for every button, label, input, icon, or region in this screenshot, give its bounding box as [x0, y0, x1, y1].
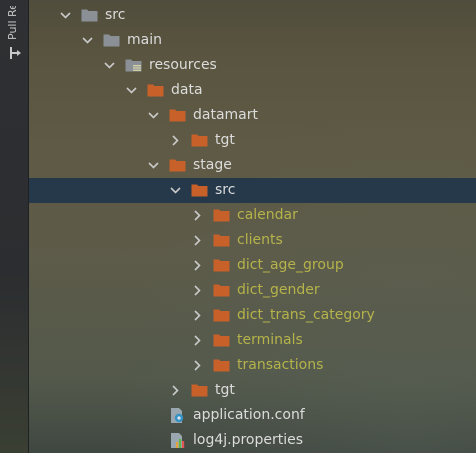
folder-icon: [191, 184, 208, 197]
tree-folder-item[interactable]: dict_age_group: [29, 253, 476, 278]
chevron-right-icon[interactable]: [191, 334, 204, 347]
tree-folder-item[interactable]: main: [29, 28, 476, 53]
folder-icon: [191, 384, 208, 397]
tree-item-label: tgt: [215, 132, 235, 148]
chevron-right-icon[interactable]: [191, 259, 204, 272]
tree-folder-item[interactable]: datamart: [29, 103, 476, 128]
folder-icon: [213, 234, 230, 247]
chevron-right-icon[interactable]: [191, 309, 204, 322]
tree-folder-item[interactable]: terminals: [29, 328, 476, 353]
tree-item-label: clients: [237, 232, 283, 248]
tree-folder-item[interactable]: tgt: [29, 128, 476, 153]
chevron-down-icon[interactable]: [125, 84, 138, 97]
chevron-right-icon[interactable]: [191, 234, 204, 247]
tree-folder-item[interactable]: dict_gender: [29, 278, 476, 303]
tree-item-label: stage: [193, 157, 232, 173]
chevron-down-icon[interactable]: [81, 34, 94, 47]
tree-folder-item[interactable]: src: [29, 3, 476, 28]
resources-folder-icon: [125, 59, 142, 72]
tree-item-label: dict_age_group: [237, 257, 344, 273]
config-file-icon: [171, 408, 184, 423]
properties-file-icon: [171, 433, 185, 448]
tree-item-label: resources: [149, 57, 217, 73]
tree-file-item[interactable]: application.conf: [29, 403, 476, 428]
project-tree[interactable]: src main resources data datamart tgt stage src c…: [29, 0, 476, 453]
folder-icon: [213, 309, 230, 322]
tree-item-label: log4j.properties: [193, 432, 304, 448]
tree-item-label: dict_trans_category: [237, 307, 375, 323]
project-tool-window: Pull Re src main resources data datamart tgt s…: [0, 0, 476, 453]
tree-folder-item[interactable]: stage: [29, 153, 476, 178]
pull-requests-tab-label[interactable]: Pull Re: [6, 6, 19, 40]
folder-icon: [169, 109, 186, 122]
tree-folder-item[interactable]: resources: [29, 53, 476, 78]
folder-icon: [213, 259, 230, 272]
folder-icon: [213, 359, 230, 372]
folder-icon: [103, 34, 120, 47]
tree-item-label: transactions: [237, 357, 324, 373]
tree-item-label: calendar: [237, 207, 298, 223]
folder-icon: [169, 159, 186, 172]
tree-folder-item[interactable]: src: [29, 178, 476, 203]
folder-icon: [191, 134, 208, 147]
chevron-right-icon[interactable]: [191, 359, 204, 372]
chevron-down-icon[interactable]: [103, 59, 116, 72]
tree-folder-item[interactable]: transactions: [29, 353, 476, 378]
tree-item-label: dict_gender: [237, 282, 320, 298]
chevron-right-icon[interactable]: [191, 284, 204, 297]
tree-item-label: main: [127, 32, 162, 48]
tree-folder-item[interactable]: clients: [29, 228, 476, 253]
tree-item-label: application.conf: [193, 407, 305, 423]
chevron-down-icon[interactable]: [147, 109, 160, 122]
tree-item-label: src: [215, 182, 236, 198]
folder-icon: [213, 284, 230, 297]
chevron-down-icon[interactable]: [59, 9, 72, 22]
folder-icon: [81, 9, 98, 22]
folder-icon: [147, 84, 164, 97]
tree-item-label: terminals: [237, 332, 303, 348]
tree-item-label: src: [105, 7, 126, 23]
tree-file-item[interactable]: log4j.properties: [29, 428, 476, 453]
chevron-down-icon[interactable]: [169, 184, 182, 197]
left-tool-strip: Pull Re: [0, 0, 29, 453]
chevron-right-icon[interactable]: [169, 134, 182, 147]
folder-icon: [213, 209, 230, 222]
chevron-down-icon[interactable]: [147, 159, 160, 172]
folder-icon: [213, 334, 230, 347]
tree-item-label: data: [171, 82, 203, 98]
tree-folder-item[interactable]: tgt: [29, 378, 476, 403]
tree-folder-item[interactable]: calendar: [29, 203, 476, 228]
pull-request-icon[interactable]: [8, 46, 22, 60]
chevron-right-icon[interactable]: [169, 384, 182, 397]
tree-item-label: datamart: [193, 107, 258, 123]
tree-item-label: tgt: [215, 382, 235, 398]
tree-folder-item[interactable]: data: [29, 78, 476, 103]
chevron-right-icon[interactable]: [191, 209, 204, 222]
tree-folder-item[interactable]: dict_trans_category: [29, 303, 476, 328]
